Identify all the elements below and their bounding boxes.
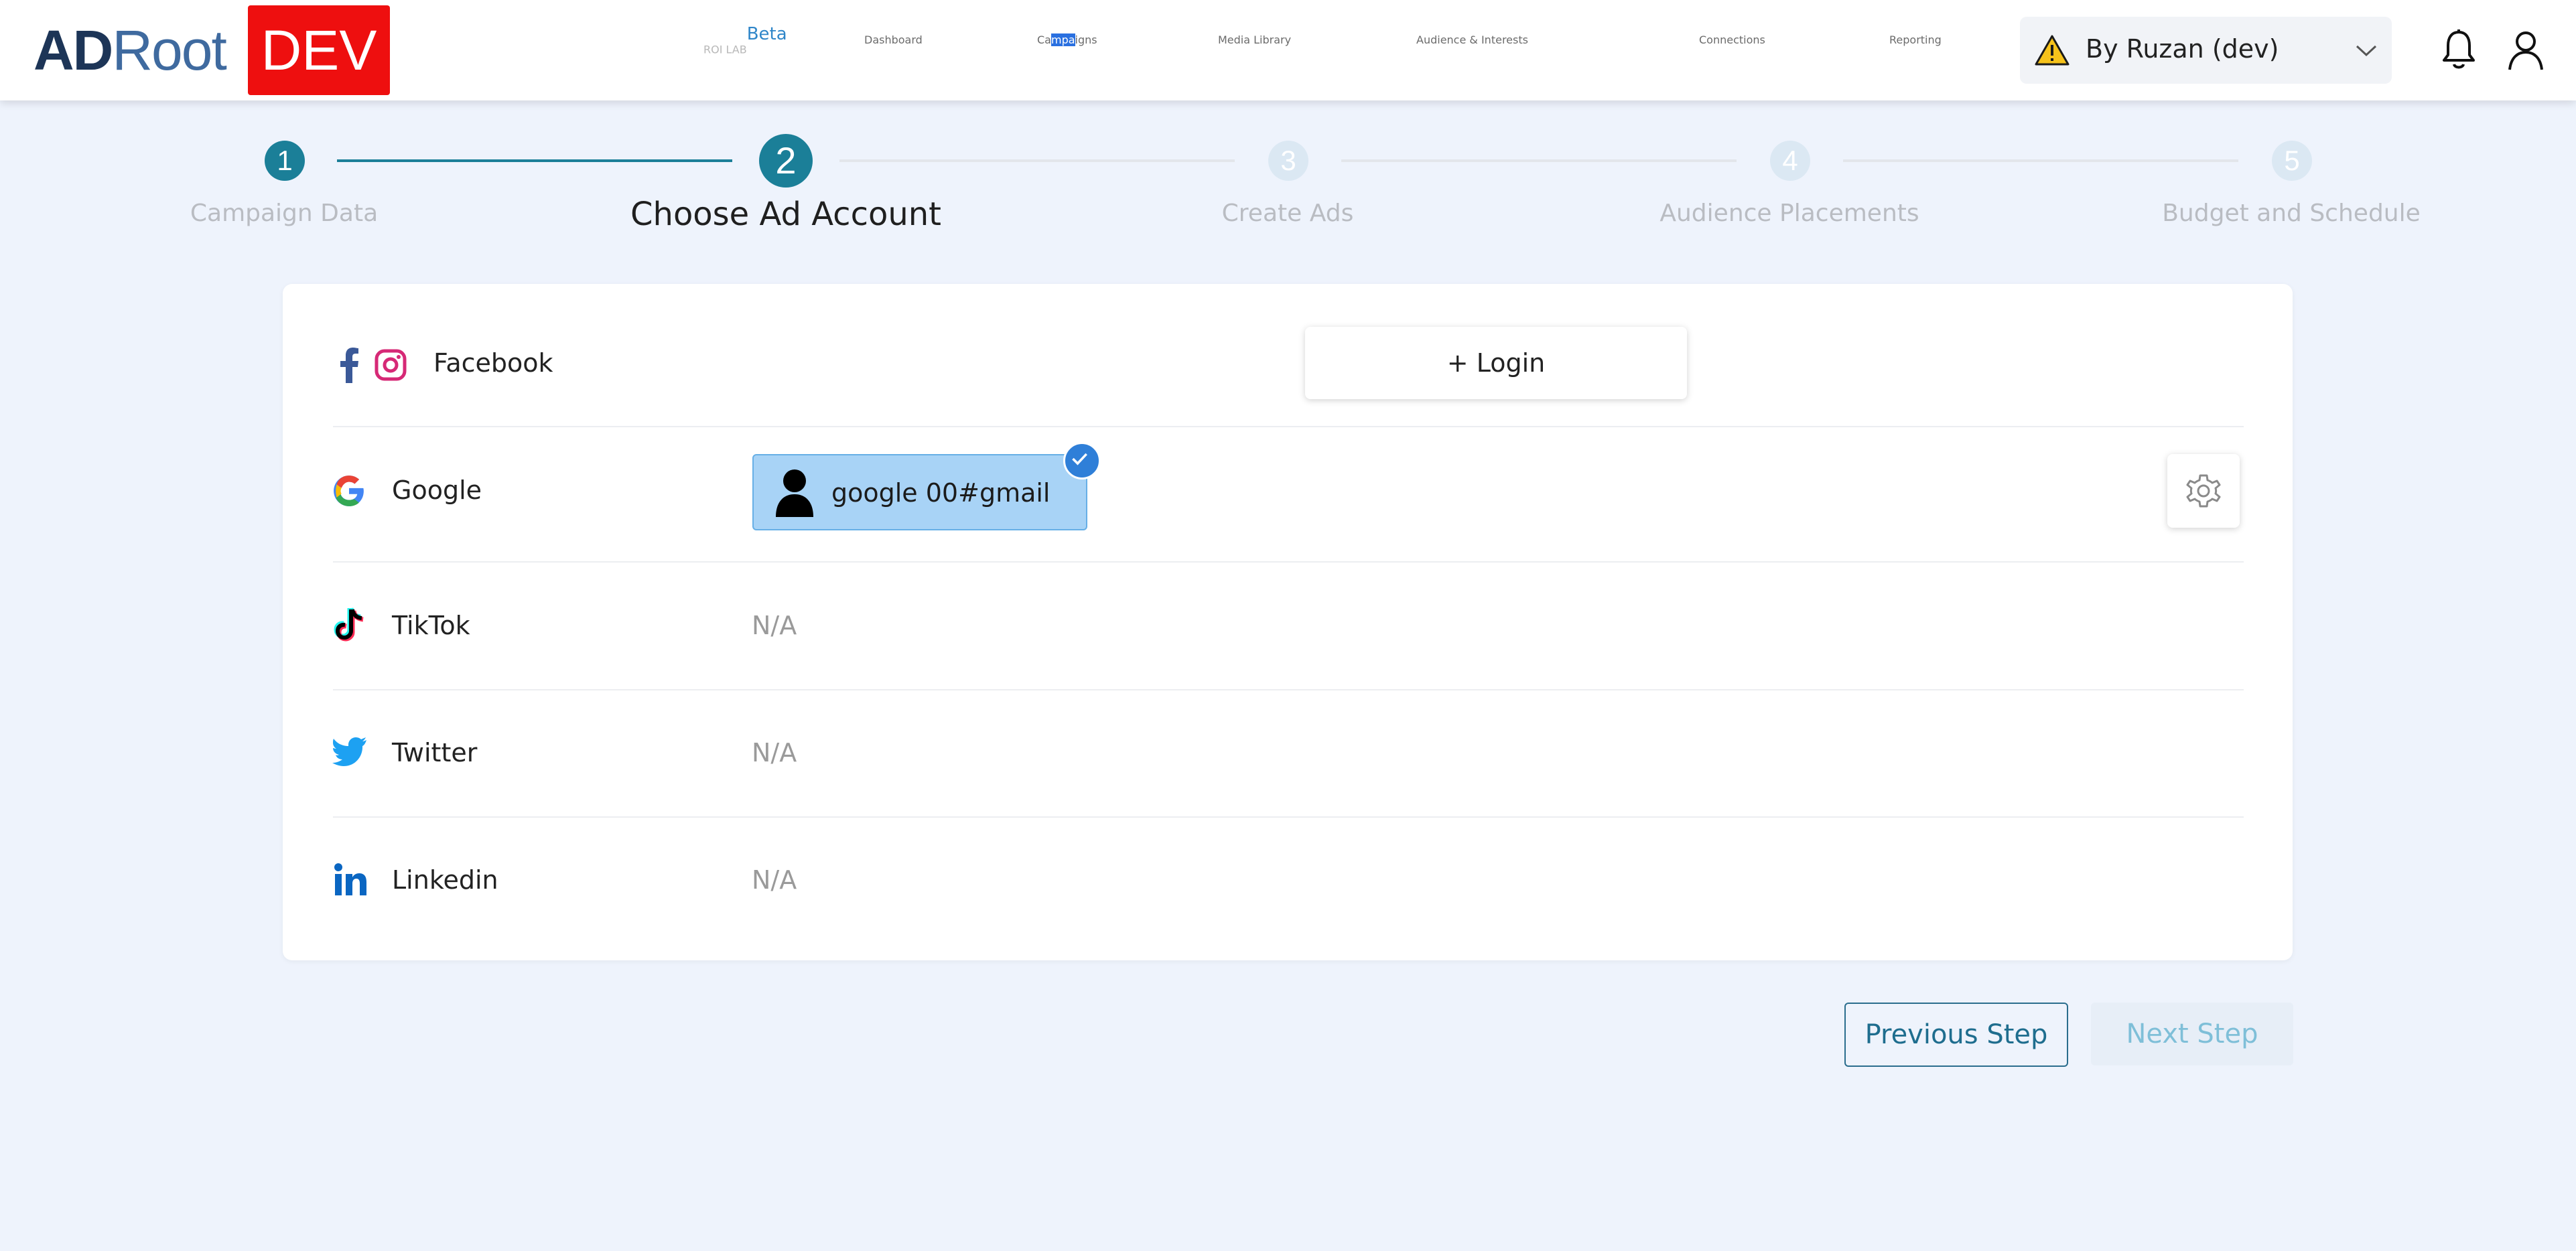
twitter-icon [332, 737, 366, 766]
google-account-chip[interactable]: google 00#gmail [752, 454, 1087, 530]
linkedin-label: Linkedin [392, 865, 498, 895]
google-icon [334, 475, 364, 506]
account-selector[interactable]: By Ruzan (dev) [2020, 17, 2392, 84]
nav-dashboard[interactable]: Dashboard [864, 33, 923, 46]
step-connector-completed [337, 159, 732, 162]
bell-icon[interactable] [2439, 28, 2479, 72]
google-account-label: google 00#gmail [831, 478, 1050, 508]
facebook-label: Facebook [433, 348, 553, 378]
row-divider [333, 689, 2244, 690]
nav-media-library[interactable]: Media Library [1218, 33, 1291, 46]
step-connector [1843, 159, 2238, 162]
step-5-label: Budget and Schedule [2162, 200, 2421, 227]
google-settings-button[interactable] [2167, 454, 2240, 528]
step-5-circle: 5 [2272, 141, 2312, 181]
linkedin-icon [334, 863, 366, 895]
previous-step-button[interactable]: Previous Step [1844, 1003, 2068, 1067]
step-2-label: Choose Ad Account [630, 196, 941, 233]
dev-badge: DEV [248, 5, 390, 95]
chevron-down-icon [2356, 45, 2377, 57]
warning-icon [2035, 35, 2070, 66]
nav-campaigns-part: Ca [1037, 33, 1051, 46]
text-selection-highlight: mpa [1050, 33, 1075, 46]
ad-accounts-card: Facebook + Login Google google 00#gmail [283, 284, 2293, 960]
row-divider [333, 561, 2244, 563]
adroot-logo[interactable]: ADRoot [33, 20, 227, 80]
tiktok-value: N/A [752, 611, 797, 640]
tiktok-label: TikTok [392, 611, 470, 640]
step-4-circle: 4 [1770, 141, 1810, 181]
nav-campaigns[interactable]: Campaigns [1037, 33, 1097, 46]
facebook-login-button[interactable]: + Login [1305, 327, 1687, 399]
nav-roi-lab[interactable]: ROI LABBeta [703, 24, 787, 56]
next-step-button[interactable]: Next Step [2091, 1003, 2293, 1065]
account-selector-label: By Ruzan (dev) [2086, 34, 2279, 64]
nav-connections[interactable]: Connections [1699, 33, 1765, 46]
nav-campaigns-part: igns [1075, 33, 1097, 46]
nav-roi-lab-label: ROI LAB [703, 43, 747, 56]
step-connector [839, 159, 1235, 162]
step-1-label: Campaign Data [190, 200, 379, 227]
step-connector [1341, 159, 1737, 162]
user-avatar-icon [776, 469, 813, 517]
user-profile-icon[interactable] [2506, 28, 2546, 72]
step-1-circle[interactable]: 1 [265, 141, 305, 181]
gear-icon [2186, 474, 2221, 508]
row-divider [333, 426, 2244, 427]
step-3-label: Create Ads [1221, 200, 1354, 227]
instagram-icon [375, 349, 407, 381]
selected-check-icon [1063, 442, 1101, 480]
top-header: ADRoot DEV ROI LABBeta Dashboard Campaig… [0, 0, 2576, 100]
linkedin-value: N/A [752, 865, 797, 895]
row-divider [333, 816, 2244, 818]
twitter-label: Twitter [392, 738, 478, 767]
facebook-icon [340, 348, 358, 383]
nav-audience-interests[interactable]: Audience & Interests [1416, 33, 1528, 46]
step-3-circle: 3 [1268, 141, 1308, 181]
google-label: Google [392, 475, 482, 505]
nav-reporting[interactable]: Reporting [1889, 33, 1942, 46]
step-2-circle[interactable]: 2 [759, 134, 813, 188]
twitter-value: N/A [752, 738, 797, 767]
tiktok-icon [334, 607, 364, 642]
step-4-label: Audience Placements [1659, 200, 1919, 227]
beta-badge: Beta [746, 24, 787, 44]
